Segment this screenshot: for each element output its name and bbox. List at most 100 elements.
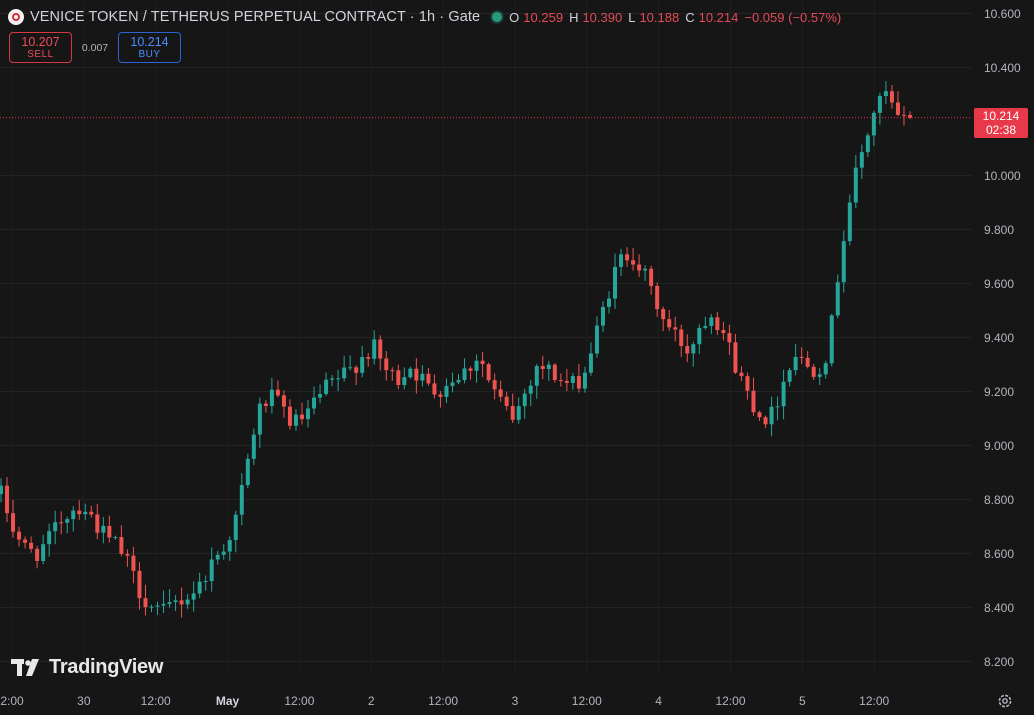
candle-up bbox=[312, 397, 317, 409]
candle-down bbox=[715, 317, 720, 331]
candle-up bbox=[709, 317, 714, 326]
time-tick-label: 30 bbox=[77, 694, 91, 708]
candle-down bbox=[805, 357, 810, 367]
candle-up bbox=[306, 408, 311, 420]
candle-down bbox=[510, 405, 515, 420]
candle-down bbox=[89, 511, 94, 515]
candle-up bbox=[342, 367, 347, 379]
candle-up bbox=[793, 356, 798, 371]
candle-down bbox=[492, 380, 497, 390]
candle-down bbox=[179, 600, 184, 605]
candle-down bbox=[685, 345, 690, 354]
candle-up bbox=[787, 370, 792, 382]
buy-button[interactable]: 10.214 BUY bbox=[118, 32, 181, 63]
candle-up bbox=[83, 511, 88, 515]
candle-up bbox=[360, 357, 365, 373]
candle-up bbox=[227, 540, 232, 552]
candle-up bbox=[324, 379, 329, 395]
candlestick-chart[interactable] bbox=[0, 0, 1034, 715]
last-price-value: 10.214 bbox=[982, 109, 1020, 123]
candle-up bbox=[613, 266, 618, 299]
price-tick-label: 10.600 bbox=[984, 6, 1021, 21]
candle-down bbox=[811, 366, 816, 377]
candle-down bbox=[384, 358, 389, 371]
candle-down bbox=[655, 285, 660, 310]
candle-up bbox=[0, 485, 3, 495]
tradingview-logo[interactable]: TradingView bbox=[11, 656, 163, 679]
candle-up bbox=[420, 373, 425, 381]
candle-up bbox=[528, 385, 533, 394]
candle-down bbox=[558, 380, 563, 382]
candle-up bbox=[41, 544, 46, 561]
candle-up bbox=[859, 152, 864, 168]
candle-up bbox=[209, 559, 214, 582]
candle-up bbox=[877, 96, 882, 113]
sell-button[interactable]: 10.207 SELL bbox=[9, 32, 72, 63]
candle-down bbox=[564, 380, 569, 384]
candle-up bbox=[871, 112, 876, 136]
symbol-title[interactable]: VENICE TOKEN / TETHERUS PERPETUAL CONTRA… bbox=[30, 9, 480, 25]
time-tick-label: May bbox=[215, 694, 240, 708]
candle-down bbox=[137, 570, 142, 599]
candle-up bbox=[221, 551, 226, 555]
ohlc-high-value: 10.390 bbox=[582, 9, 623, 25]
candle-up bbox=[835, 282, 840, 316]
time-tick-label: 12:00 bbox=[571, 694, 602, 708]
ohlc-open-value: 10.259 bbox=[523, 9, 564, 25]
candle-down bbox=[414, 368, 419, 381]
time-tick-label: 12:00 bbox=[140, 694, 171, 708]
candle-up bbox=[101, 525, 106, 533]
gear-icon[interactable] bbox=[996, 692, 1014, 710]
candle-up bbox=[534, 366, 539, 386]
candle-up bbox=[691, 344, 696, 354]
candle-down bbox=[739, 372, 744, 377]
tradingview-logo-icon bbox=[11, 659, 39, 676]
candle-down bbox=[745, 376, 750, 391]
ohlc-open-key: O bbox=[509, 9, 520, 25]
chart-grid bbox=[0, 0, 972, 675]
candle-down bbox=[432, 383, 437, 395]
trade-panel: 10.207 SELL 0.007 10.214 BUY bbox=[9, 32, 181, 63]
candle-down bbox=[721, 330, 726, 334]
price-tick-label: 10.400 bbox=[984, 60, 1021, 75]
candle-up bbox=[847, 202, 852, 242]
candle-down bbox=[354, 367, 359, 373]
candle-down bbox=[751, 390, 756, 413]
candle-up bbox=[330, 378, 335, 380]
candle-down bbox=[390, 370, 395, 372]
price-tick-label: 9.800 bbox=[984, 222, 1015, 237]
candle-up bbox=[269, 389, 274, 406]
candle-up bbox=[185, 599, 190, 605]
candle-up bbox=[817, 374, 822, 377]
candle-down bbox=[281, 395, 286, 407]
candle-down bbox=[637, 264, 642, 271]
ohlc-values: O 10.259 H 10.390 L 10.188 C 10.214 −0.0… bbox=[509, 10, 843, 25]
candle-down bbox=[11, 513, 16, 532]
buy-price: 10.214 bbox=[130, 34, 169, 49]
candle-down bbox=[366, 357, 371, 359]
time-tick-label: 4 bbox=[655, 694, 662, 708]
candle-up bbox=[71, 510, 76, 520]
candle-up bbox=[372, 339, 377, 359]
candle-down bbox=[649, 268, 654, 286]
candle-up bbox=[348, 367, 353, 369]
sell-label: SELL bbox=[27, 48, 54, 60]
candle-down bbox=[35, 548, 40, 561]
candle-down bbox=[23, 539, 28, 543]
last-price-tag: 10.214 02:38 bbox=[974, 108, 1028, 138]
candle-up bbox=[251, 434, 256, 459]
candle-up bbox=[149, 606, 154, 608]
candle-up bbox=[829, 315, 834, 364]
candle-down bbox=[468, 368, 473, 371]
candle-up bbox=[594, 325, 599, 354]
candle-up bbox=[775, 406, 780, 408]
candle-up bbox=[522, 393, 527, 407]
candle-up bbox=[474, 360, 479, 371]
ohlc-close-key: C bbox=[685, 9, 695, 25]
candle-up bbox=[65, 519, 70, 523]
candle-up bbox=[245, 458, 250, 486]
candle-down bbox=[77, 510, 82, 515]
candle-down bbox=[727, 333, 732, 343]
price-tick-label: 8.600 bbox=[984, 546, 1015, 561]
ohlc-low-value: 10.188 bbox=[639, 9, 680, 25]
